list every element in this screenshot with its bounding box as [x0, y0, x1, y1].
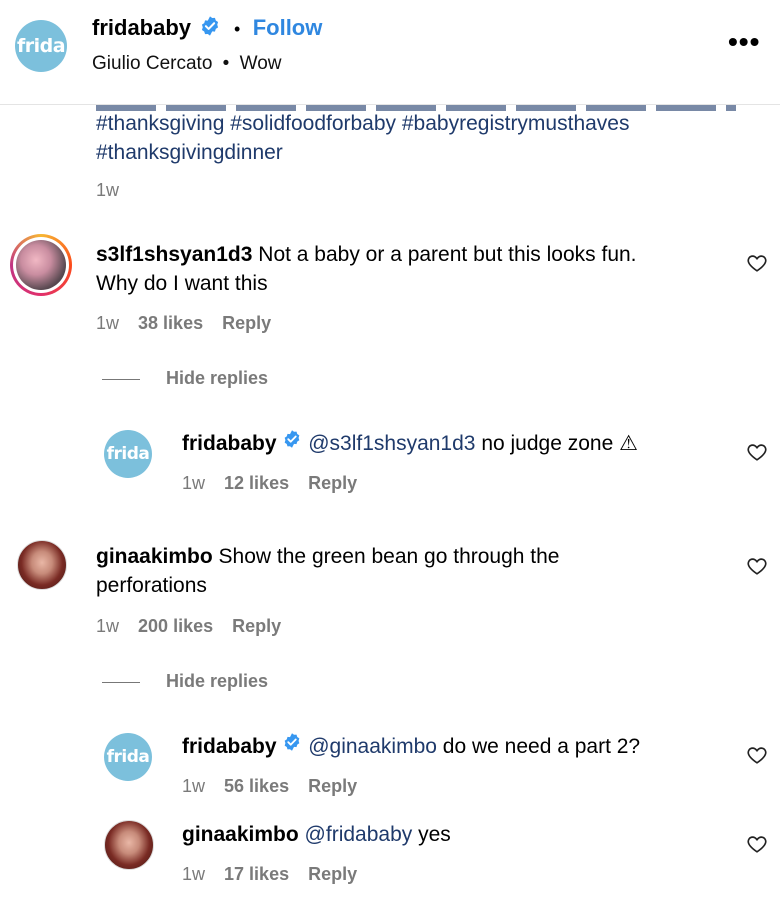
reply-likes[interactable]: 56 likes	[224, 776, 289, 796]
hide-replies-line	[102, 379, 140, 380]
reply-avatar[interactable]	[104, 820, 154, 870]
reply-username[interactable]: fridababy	[182, 735, 277, 758]
comment-likes[interactable]: 200 likes	[138, 616, 213, 636]
reply-button[interactable]: Reply	[308, 864, 357, 884]
reply-time: 1w	[182, 776, 206, 796]
like-heart-icon[interactable]	[746, 744, 768, 771]
verified-badge-icon	[282, 731, 302, 760]
reply-button[interactable]: Reply	[232, 616, 281, 636]
comment-meta: 1w 200 likes Reply	[96, 616, 281, 637]
comment-username[interactable]: ginaakimbo	[96, 545, 213, 568]
post-author-username[interactable]: fridababy	[92, 15, 191, 40]
like-heart-icon[interactable]	[746, 252, 768, 279]
reply-likes[interactable]: 12 likes	[224, 473, 289, 493]
reply-username[interactable]: ginaakimbo	[182, 823, 299, 846]
hide-replies-line	[102, 682, 140, 683]
comment-time: 1w	[96, 313, 120, 333]
comment-time: 1w	[96, 616, 120, 636]
caption-time: 1w	[96, 180, 120, 200]
reply-avatar-logo-text: frida	[106, 747, 150, 767]
profile-avatar[interactable]: frida	[15, 20, 67, 72]
reply-mention[interactable]: @fridababy	[305, 823, 413, 846]
comment-meta: 1w 38 likes Reply	[96, 313, 271, 334]
more-options-icon[interactable]: •••	[728, 26, 760, 58]
reply-button[interactable]: Reply	[222, 313, 271, 333]
verified-badge-icon	[282, 428, 302, 457]
reply-avatar-logo-text: frida	[106, 444, 150, 464]
reply-username[interactable]: fridababy	[182, 432, 277, 455]
post-header: fridababy • Follow	[92, 15, 322, 42]
reply-meta: 1w 56 likes Reply	[182, 776, 357, 797]
reply-text: no judge zone ⚠	[481, 432, 638, 455]
reply-mention[interactable]: @s3lf1shsyan1d3	[308, 432, 475, 455]
reply-mention[interactable]: @ginaakimbo	[308, 735, 437, 758]
follow-button[interactable]: Follow	[253, 15, 323, 40]
verified-badge-icon	[199, 15, 221, 42]
reply-likes[interactable]: 17 likes	[224, 864, 289, 884]
subtitle-separator: •	[222, 53, 230, 74]
comment-body: s3lf1shsyan1d3 Not a baby or a parent bu…	[96, 240, 716, 298]
reply-button[interactable]: Reply	[308, 473, 357, 493]
like-heart-icon[interactable]	[746, 555, 768, 582]
reply-meta: 1w 17 likes Reply	[182, 864, 357, 885]
hide-replies-button[interactable]: Hide replies	[166, 368, 268, 389]
reply-avatar[interactable]: frida	[104, 733, 152, 781]
comment-text-line2: perforations	[96, 574, 207, 597]
reply-body: fridababy @s3lf1shsyan1d3 no judge zone …	[182, 429, 722, 458]
comment-text-line1: Show the green bean go through the	[218, 545, 560, 568]
comment-likes[interactable]: 38 likes	[138, 313, 203, 333]
reply-body: ginaakimbo @fridababy yes	[182, 820, 722, 849]
audio-user[interactable]: Giulio Cercato	[92, 53, 212, 74]
caption-clipped-line	[96, 105, 736, 111]
audio-title[interactable]: Wow	[240, 53, 282, 74]
avatar-logo-text: frida	[16, 35, 66, 57]
reply-body: fridababy @ginaakimbo do we need a part …	[182, 732, 722, 761]
comment-username[interactable]: s3lf1shsyan1d3	[96, 243, 252, 266]
post-subtitle: Giulio Cercato • Wow	[92, 53, 282, 75]
like-heart-icon[interactable]	[746, 833, 768, 860]
reply-text: do we need a part 2?	[442, 735, 641, 758]
reply-button[interactable]: Reply	[308, 776, 357, 796]
hide-replies-button[interactable]: Hide replies	[166, 671, 268, 692]
caption-hashtags-line2[interactable]: #thanksgivingdinner	[96, 141, 283, 165]
reply-text: yes	[418, 823, 451, 846]
header-separator: •	[233, 19, 241, 39]
reply-time: 1w	[182, 864, 206, 884]
caption-hashtags-line1[interactable]: #thanksgiving #solidfoodforbaby #babyreg…	[96, 112, 629, 136]
comment-avatar[interactable]	[17, 540, 67, 590]
reply-time: 1w	[182, 473, 206, 493]
reply-meta: 1w 12 likes Reply	[182, 473, 357, 494]
comment-avatar[interactable]	[10, 234, 72, 296]
comment-body: ginaakimbo Show the green bean go throug…	[96, 542, 716, 600]
comment-text-line2: Why do I want this	[96, 272, 268, 295]
reply-avatar[interactable]: frida	[104, 430, 152, 478]
like-heart-icon[interactable]	[746, 441, 768, 468]
comment-text-line1: Not a baby or a parent but this looks fu…	[258, 243, 637, 266]
